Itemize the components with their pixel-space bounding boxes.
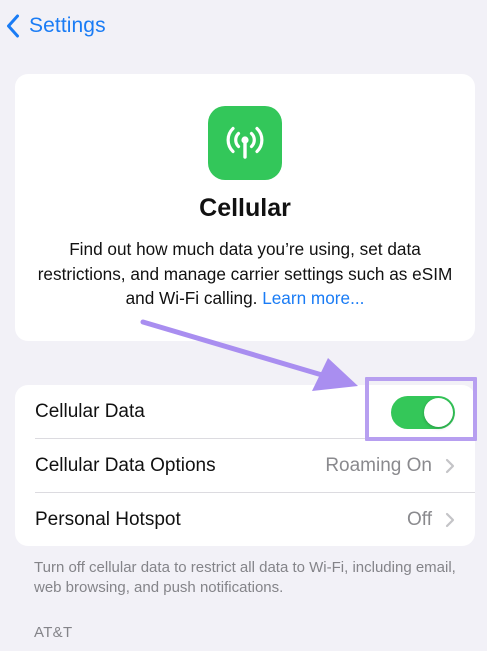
cellular-data-options-row[interactable]: Cellular Data Options Roaming On bbox=[15, 439, 475, 493]
cellular-description: Find out how much data you’re using, set… bbox=[33, 237, 457, 311]
chevron-left-icon bbox=[7, 14, 19, 38]
back-button-label: Settings bbox=[29, 14, 106, 37]
learn-more-link[interactable]: Learn more... bbox=[262, 288, 364, 308]
toggle-highlight-box bbox=[365, 377, 477, 441]
cellular-description-text: Find out how much data you’re using, set… bbox=[37, 239, 453, 308]
chevron-right-icon bbox=[445, 458, 455, 474]
personal-hotspot-label: Personal Hotspot bbox=[35, 509, 181, 530]
cellular-antenna-icon bbox=[208, 106, 282, 180]
cellular-info-card: Cellular Find out how much data you’re u… bbox=[15, 74, 475, 341]
cellular-data-footnote: Turn off cellular data to restrict all d… bbox=[34, 559, 456, 596]
chevron-right-icon bbox=[445, 512, 455, 528]
cellular-data-label: Cellular Data bbox=[35, 401, 145, 422]
carrier-section-header: AT&T bbox=[34, 624, 73, 641]
cellular-data-options-value: Roaming On bbox=[325, 455, 432, 476]
page-title: Cellular bbox=[199, 194, 291, 222]
back-button[interactable]: Settings bbox=[6, 10, 106, 42]
personal-hotspot-row[interactable]: Personal Hotspot Off bbox=[15, 493, 475, 547]
personal-hotspot-value: Off bbox=[407, 509, 432, 530]
cellular-data-options-label: Cellular Data Options bbox=[35, 455, 216, 476]
